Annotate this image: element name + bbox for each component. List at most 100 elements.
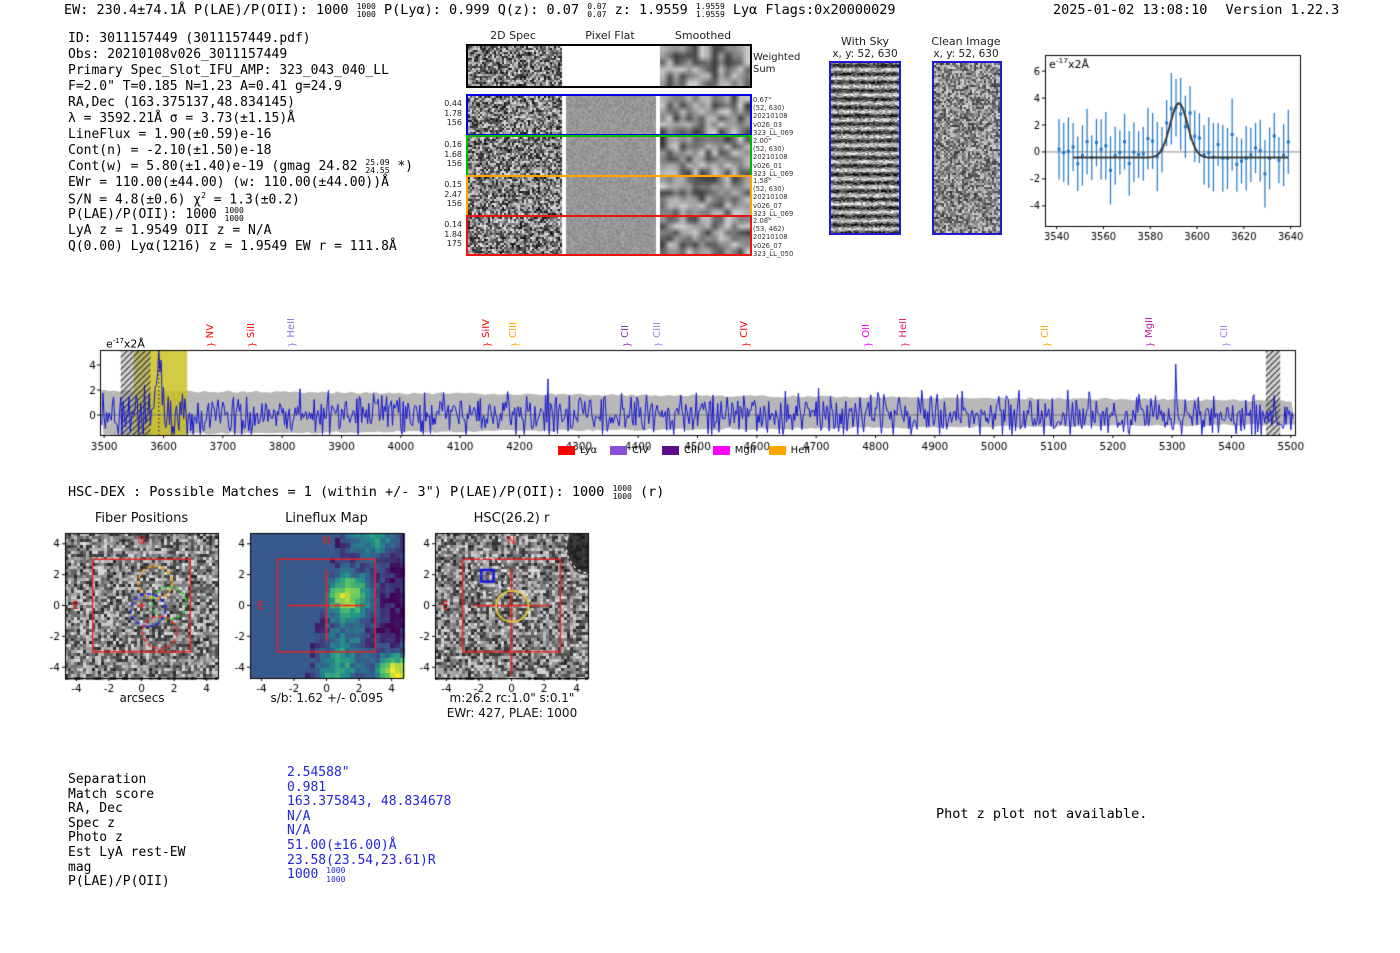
text-segment: 163.375843, 48.834678 xyxy=(287,794,452,810)
info-line: S/N = 4.8(±0.6) χ2 = 1.3(±0.2) xyxy=(68,191,413,207)
text-segment: F=2.0" T=0.185 N=1.23 A=0.41 g=24.9 xyxy=(68,79,342,94)
with-sky-subtitle: x, y: 52, 630 xyxy=(832,48,898,60)
legend-item-CIV: CIV xyxy=(610,445,649,456)
line-fit-plot xyxy=(1028,48,1320,246)
match-row-label: Spec z xyxy=(68,815,115,831)
cutout-header-smoothed: Smoothed xyxy=(674,29,732,42)
match-row-value: 2.54588" xyxy=(287,765,451,780)
clean-image-title: Clean Image xyxy=(931,35,1001,48)
lineflux-map-xlabel: s/b: 1.62 +/- 0.095 xyxy=(270,691,384,705)
cutout-row-right-labels: 1.58" (52, 630) 20210108 v026_07 323_LL_069 xyxy=(753,177,803,218)
cutout-row-right-labels: 2.00" (52, 630) 20210108 v026_01 323_LL_069 xyxy=(753,137,803,178)
match-row-label: Est LyA rest-EW xyxy=(68,844,186,860)
fraction-bottom: 1000 xyxy=(612,492,632,502)
text-segment: 23.58(23.54,23.61)R xyxy=(287,852,436,868)
stacked-fraction: 1000 1000 xyxy=(356,2,376,20)
legend-item-MgII: MgII xyxy=(712,445,756,456)
text-segment: Q(0.00) Lyα(1216) z = 1.9549 EW r = 111.… xyxy=(68,239,397,254)
text-segment: LyA z = 1.9549 OII z = N/A xyxy=(68,223,272,238)
cutout-right-value: v026_01 xyxy=(753,161,783,170)
match-table-values: 2.54588" 0.981 163.375843, 48.834678 N/A N/A… xyxy=(287,765,452,883)
text-segment: EWr = 110.00(±44.00) (w: 110.00(±44.00))… xyxy=(68,175,389,190)
photz-unavailable-note: Phot z plot not available. xyxy=(936,806,1148,822)
legend-label: HeII xyxy=(790,445,811,456)
legend-label: MgII xyxy=(734,445,756,456)
cutout-right-value: (52, 630) xyxy=(753,145,785,154)
cutout-right-value: 20210108 xyxy=(753,233,788,242)
stacked-fraction: 1000 1000 xyxy=(612,484,632,502)
cutout-right-value: (52, 630) xyxy=(753,185,785,194)
info-line: λ = 3592.21Å σ = 3.73(±1.15)Å xyxy=(68,111,413,127)
cutout-header-pixelflat: Pixel Flat xyxy=(585,29,635,42)
text-segment: Obs: 20210108v026_3011157449 xyxy=(68,47,288,62)
cutout-right-value: 323_LL_050 xyxy=(753,249,794,258)
text-segment: EW: 230.4±74.1Å P(LAE)/P(OII): 1000 xyxy=(64,2,357,18)
cutout-row-canvas xyxy=(466,94,752,136)
match-row-value: N/A xyxy=(287,809,451,824)
cutout-right-value: 323_LL_069 xyxy=(753,128,794,137)
emission-line-text: MgII xyxy=(1143,317,1155,338)
text-segment: (r) xyxy=(631,484,665,500)
info-line: Obs: 20210108v026_3011157449 xyxy=(68,47,413,63)
text-segment: HSC-DEX : Possible Matches = 1 (within +… xyxy=(68,484,613,500)
legend-swatch xyxy=(661,446,679,455)
legend-label: CIV xyxy=(632,445,649,456)
match-row-label: P(LAE)/P(OII) xyxy=(68,874,170,890)
text-segment: S/N = 4.8(±0.6) χ xyxy=(68,192,202,208)
info-line: P(LAE)/P(OII): 1000 1000 1000 xyxy=(68,206,413,224)
legend-label: Lyα xyxy=(580,445,598,456)
cutout-right-value: Weighted xyxy=(753,52,801,63)
hsc-r-panel xyxy=(409,530,594,698)
text-segment: P(LAE)/P(OII): 1000 xyxy=(68,207,225,223)
text-segment: z: 1.9559 xyxy=(606,2,696,18)
cutout-left-value: 0.16 xyxy=(444,140,462,149)
cutout-left-value: 1.68 xyxy=(444,149,462,159)
lineflux-map-panel xyxy=(224,530,409,698)
cutout-left-value: 156 xyxy=(446,159,462,168)
cutout-left-value: 156 xyxy=(446,199,462,208)
stacked-fraction: 25.09 24.55 xyxy=(365,158,389,176)
text-segment: ID: 3011157449 (3011157449.pdf) xyxy=(68,31,311,46)
info-line: RA,Dec (163.375137,48.834145) xyxy=(68,95,413,111)
text-segment: Primary Spec_Slot_IFU_AMP: 323_043_040_L… xyxy=(68,63,389,78)
spectrum-legend: Lyα CIV CIII MgII HeII xyxy=(558,445,810,456)
match-row-value: 23.58(23.54,23.61)R xyxy=(287,853,451,868)
match-row-value: 1000 1000 1000 xyxy=(287,866,451,883)
fiber-positions-panel xyxy=(39,530,224,698)
clean-image xyxy=(932,61,1002,235)
info-line: LyA z = 1.9549 OII z = N/A xyxy=(68,223,413,239)
cutout-row-right-labels: Weighted Sum xyxy=(753,52,813,75)
text-segment: P(Lyα): 0.999 Q(z): 0.07 xyxy=(375,2,588,18)
legend-item-HeII: HeII xyxy=(768,445,811,456)
clean-image-subtitle: x, y: 52, 630 xyxy=(933,48,999,60)
cutout-row-right-labels: 0.67" (52, 630) 20210108 v026_03 323_LL_069 xyxy=(753,96,803,137)
hsc-dex-match-line: HSC-DEX : Possible Matches = 1 (within +… xyxy=(68,484,664,502)
text-segment: RA,Dec (163.375137,48.834145) xyxy=(68,95,295,110)
match-table-labels: Separation Match score RA, Dec Spec z Photo … xyxy=(68,772,185,889)
stacked-fraction: 1.9559 1.9559 xyxy=(696,2,725,20)
cutout-header-2dspec: 2D Spec xyxy=(490,29,536,42)
report-datetime: 2025-01-02 13:08:10 xyxy=(1053,2,1208,18)
info-line: Primary Spec_Slot_IFU_AMP: 323_043_040_L… xyxy=(68,63,413,79)
cutout-left-value: 1.84 xyxy=(444,229,462,239)
cutout-right-value: (52, 630) xyxy=(753,104,785,113)
match-row-label: Match score xyxy=(68,786,155,802)
text-segment: Lyα Flags:0x20000029 xyxy=(724,2,896,18)
stacked-fraction: 0.07 0.07 xyxy=(587,2,606,20)
text-segment: 2.54588" xyxy=(287,765,350,780)
info-line: F=2.0" T=0.185 N=1.23 A=0.41 g=24.9 xyxy=(68,79,413,95)
cutout-right-value: 2.00" xyxy=(753,137,772,145)
match-row-value: 51.00(±16.00)Å xyxy=(287,838,451,853)
cutout-left-value: 0.14 xyxy=(444,220,462,229)
detection-info-block: ID: 3011157449 (3011157449.pdf) Obs: 2021… xyxy=(68,31,413,255)
hetdex-detection-report: EW: 230.4±74.1Å P(LAE)/P(OII): 1000 1000… xyxy=(0,0,1400,953)
with-sky-title: With Sky xyxy=(841,35,889,48)
fraction-bottom: 1000 xyxy=(356,10,376,20)
cutout-left-value: 156 xyxy=(446,118,462,127)
lineflux-map-title: Lineflux Map xyxy=(285,511,368,526)
cutout-row-left-labels: 0.44 1.78 156 xyxy=(438,99,462,128)
text-segment: Cont(w) = 5.80(±1.40)e-19 (gmag 24.82 xyxy=(68,159,366,175)
fiber-positions-title: Fiber Positions xyxy=(94,511,189,526)
stacked-fraction: 1000 1000 xyxy=(225,206,244,224)
report-version: Version 1.22.3 xyxy=(1225,2,1340,18)
